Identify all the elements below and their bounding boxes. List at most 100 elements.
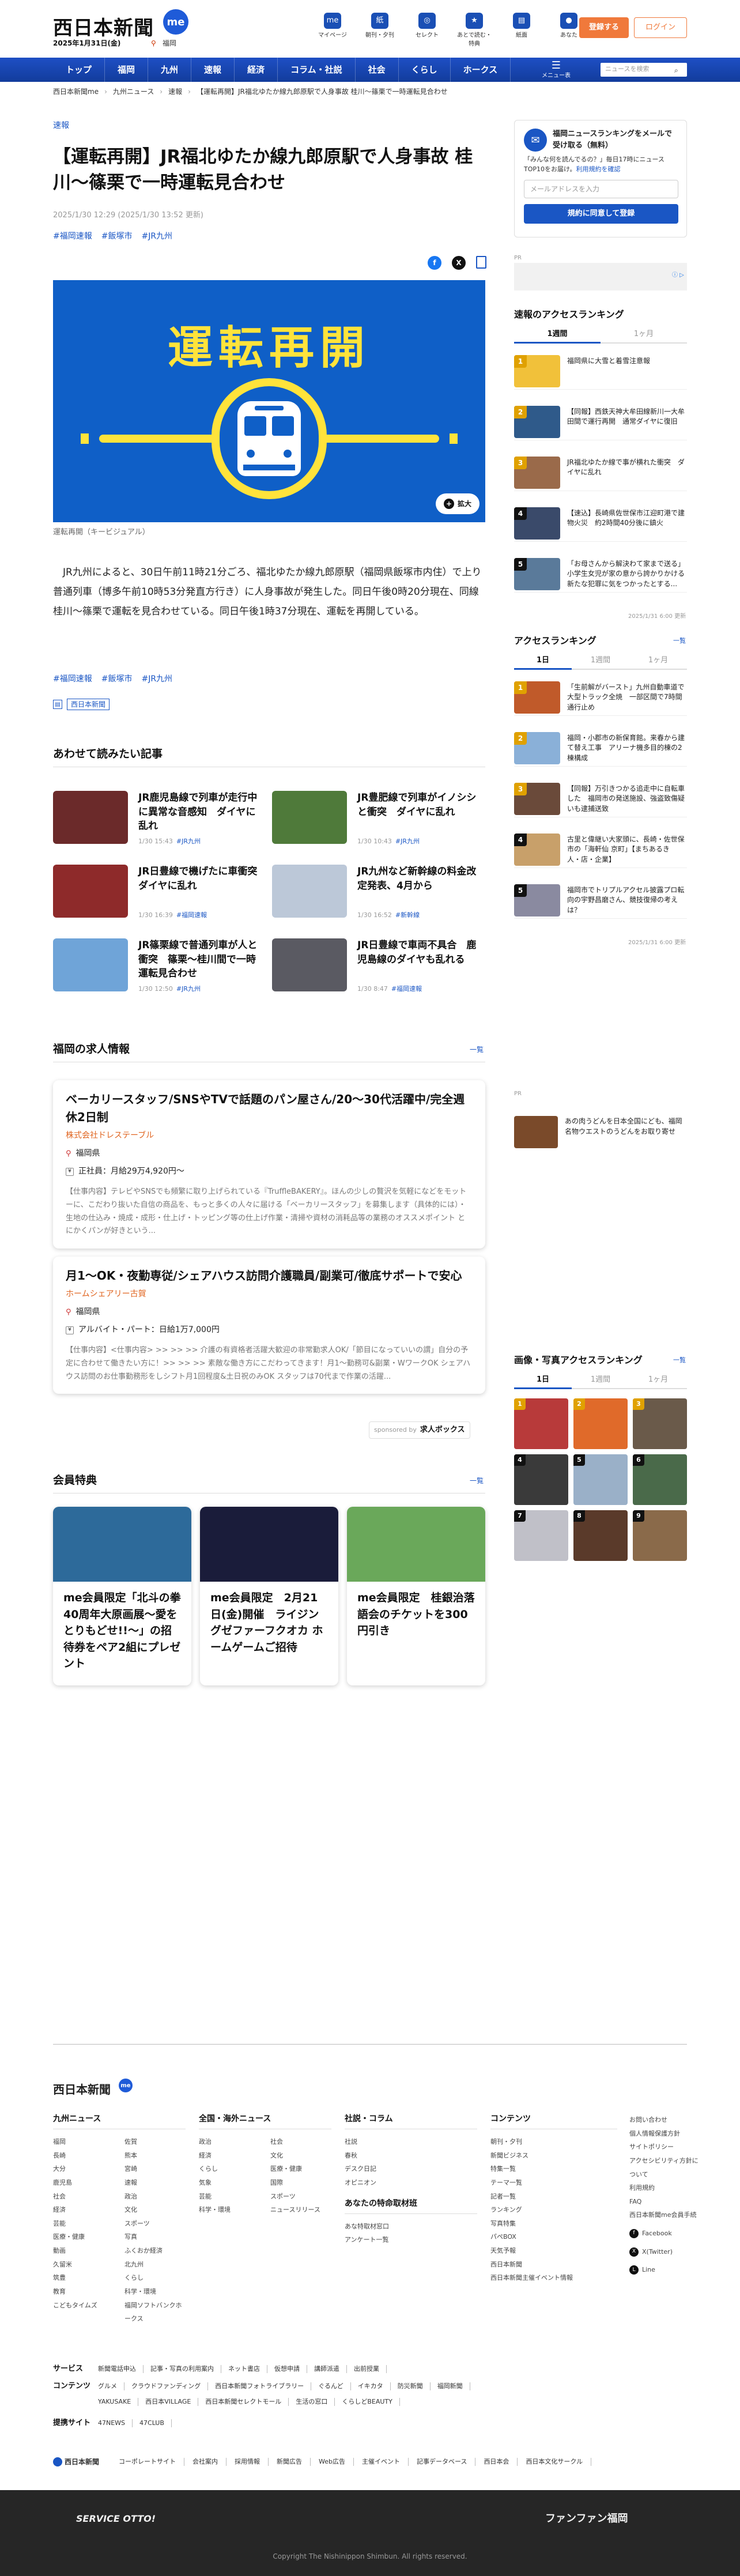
footer-link[interactable]: FAQ — [629, 2195, 699, 2209]
nav-item-fukuoka[interactable]: 福岡 — [105, 58, 149, 82]
photo-item[interactable]: 9 — [633, 1510, 687, 1561]
footer-link[interactable]: サイトポリシー — [629, 2140, 699, 2154]
footer-link[interactable]: 科学・環境 — [124, 2285, 186, 2299]
footer-link[interactable]: 仮想申請 — [267, 2364, 307, 2373]
footer-logo[interactable]: 西日本新聞 — [53, 2081, 111, 2098]
footer-link[interactable]: 国際 — [270, 2176, 331, 2190]
sns-facebook[interactable]: f Facebook — [629, 2227, 699, 2241]
footer-link[interactable]: 政治 — [124, 2190, 186, 2204]
bookmark-icon[interactable] — [476, 256, 486, 269]
related-tag[interactable]: #福岡速報 — [176, 911, 207, 919]
register-button[interactable]: 登録する — [579, 17, 629, 38]
footer-link[interactable]: 経済 — [53, 2203, 114, 2217]
footer-link[interactable]: オピニオン — [345, 2176, 477, 2190]
nav-item-breaking[interactable]: 速報 — [191, 58, 235, 82]
ranking-item[interactable]: 4 古里と偉継い大家頭に、長崎・佐世保市の「海軒仙 京町」【まちあるき 人・店・企… — [514, 831, 687, 868]
footer-link[interactable]: スポーツ — [124, 2217, 186, 2231]
photo-item[interactable]: 6 — [633, 1454, 687, 1505]
footer-link[interactable]: 新聞広告 — [269, 2458, 311, 2466]
ranking-item[interactable]: 3 【同報】万引きつかる追走中に自転車した 福岡市の発送施設、強盗致傷疑いも逮捕送… — [514, 780, 687, 817]
job-card[interactable]: 月1～OK・夜勤専従/シェアハウス訪問介護職員/副業可/徹底サポートで安心 ホー… — [53, 1257, 485, 1394]
tab-1week[interactable]: 1週間 — [514, 326, 601, 344]
tab-1week[interactable]: 1週間 — [572, 1372, 629, 1389]
footer-link[interactable]: 天気予報 — [490, 2244, 617, 2258]
footer-link[interactable]: くらしどBEAUTY — [335, 2398, 400, 2406]
footer-link[interactable]: 北九州 — [124, 2258, 186, 2272]
footer-link[interactable]: Web広告 — [311, 2458, 354, 2466]
related-tag[interactable]: #福岡速報 — [391, 985, 422, 993]
footer-link[interactable]: 写真特集 — [490, 2217, 617, 2231]
ranking-item[interactable]: 3 JR福北ゆたか線で事が横れた衝突 ダイヤに乱れ — [514, 454, 687, 491]
member-benefit-card[interactable]: me会員限定「北斗の拳40周年大原画展～愛をとりもどせ!!～」の招待券をペア2組… — [53, 1507, 191, 1685]
footer-link[interactable]: 福岡 — [53, 2135, 114, 2149]
footer-link[interactable]: 防災新聞 — [391, 2382, 431, 2390]
footer-link[interactable]: イキカタ — [351, 2382, 391, 2390]
related-item[interactable]: JR日豊線で機げたに車衝突 ダイヤに乱れ 1/30 16:39 #福岡速報 — [53, 865, 267, 922]
footer-link[interactable]: 大分 — [53, 2162, 114, 2176]
footer-link[interactable]: ランキング — [490, 2203, 617, 2217]
footer-link[interactable]: 福岡新聞 — [431, 2382, 470, 2390]
footer-link[interactable]: 西日本会 — [475, 2458, 518, 2466]
header-select[interactable]: ◎ セレクト — [409, 13, 445, 48]
promo-item[interactable]: あの肉うどんを日本全国にども、福岡名物ウエストのうどんをお取り寄せ — [514, 1103, 687, 1148]
footer-link[interactable]: 写真 — [124, 2230, 186, 2244]
footer-link[interactable]: アンケート一覧 — [345, 2233, 477, 2247]
footer-link[interactable]: 動画 — [53, 2244, 114, 2258]
footer-link[interactable]: 医療・健康 — [53, 2230, 114, 2244]
footer-link[interactable]: スポーツ — [270, 2190, 331, 2204]
footer-link[interactable]: 気象 — [199, 2176, 260, 2190]
footer-link[interactable]: 熊本 — [124, 2149, 186, 2163]
footer-link[interactable]: 政治 — [199, 2135, 260, 2149]
footer-link[interactable]: ネット書店 — [221, 2364, 267, 2373]
footer-link[interactable]: 個人情報保護方針 — [629, 2127, 699, 2141]
footer-link[interactable]: 西日本新聞 — [490, 2258, 617, 2272]
ranking-item[interactable]: 2 福岡・小郡市の新保育館。来春から建て替え工事 アリーナ機多目的棟の2棟構成 — [514, 730, 687, 767]
footer-link[interactable]: 文化 — [270, 2149, 331, 2163]
photo-item[interactable]: 8 — [573, 1510, 628, 1561]
terms-link[interactable]: 利用規約を確認 — [576, 165, 620, 173]
member-benefit-card[interactable]: me会員限定 2月21日(金)開催 ライジングゼファーフクオカ ホームゲームご招… — [200, 1507, 338, 1685]
ranking-more-link[interactable]: 一覧 — [673, 636, 686, 646]
footer-link[interactable]: ぐるんど — [311, 2382, 351, 2390]
footer-link[interactable]: お問い合わせ — [629, 2113, 699, 2127]
footer-link[interactable]: 採用情報 — [226, 2458, 269, 2466]
header-edition[interactable]: ▤ 紙面 — [503, 13, 540, 48]
footer-link[interactable]: ふくおか経済 — [124, 2244, 186, 2258]
footer-link[interactable]: 長崎 — [53, 2149, 114, 2163]
photo-item[interactable]: 7 — [514, 1510, 568, 1561]
breadcrumb-item[interactable]: 九州ニュース — [113, 86, 154, 97]
footer-link[interactable]: 47NEWS — [91, 2419, 133, 2427]
footer-link[interactable]: 社会 — [53, 2190, 114, 2204]
footer-link[interactable]: 会社案内 — [184, 2458, 226, 2466]
footer-link[interactable]: クラウドファンディング — [124, 2382, 209, 2390]
footer-link[interactable]: 西日本文化サークル — [518, 2458, 592, 2466]
nav-item-kyushu[interactable]: 九州 — [148, 58, 192, 82]
ranking-item[interactable]: 2 【同報】西鉄天神大牟田線新川一大牟田間で運行再開 通常ダイヤに復旧 — [514, 403, 687, 440]
footer-link[interactable]: 主催イベント — [354, 2458, 409, 2466]
footer-link[interactable]: 宮崎 — [124, 2162, 186, 2176]
footer-link[interactable]: 教育 — [53, 2285, 114, 2299]
footer-link[interactable]: YAKUSAKE — [91, 2398, 139, 2406]
footer-link[interactable]: 生活の窓口 — [289, 2398, 335, 2406]
members-more-link[interactable]: 一覧 — [470, 1476, 484, 1486]
footer-link[interactable]: 朝刊・夕刊 — [490, 2135, 617, 2149]
zoom-button[interactable]: + 拡大 — [436, 493, 480, 514]
related-tag[interactable]: #JR九州 — [395, 838, 420, 845]
related-tag[interactable]: #JR九州 — [176, 985, 201, 993]
footer-link[interactable]: 西日本新聞me会員手続 — [629, 2208, 699, 2222]
footer-link[interactable]: 医療・健康 — [270, 2162, 331, 2176]
footer-link[interactable]: 福岡ソフトバンクホークス — [124, 2299, 186, 2326]
footer-link[interactable]: 記事・写真の利用案内 — [144, 2364, 221, 2373]
footer-link[interactable]: 科学・環境 — [199, 2203, 260, 2217]
footer-link[interactable]: パペBOX — [490, 2230, 617, 2244]
footer-link[interactable]: 西日本新聞セレクトモール — [198, 2398, 289, 2406]
footer-link[interactable]: 記者一覧 — [490, 2190, 617, 2204]
related-item[interactable]: JR九州など新幹線の料金改定発表、4月から 1/30 16:52 #新幹線 — [272, 865, 485, 922]
ad-choices-icon[interactable]: ⓘ ▷ — [672, 271, 684, 280]
fanfan-fukuoka-logo[interactable]: ファンファン福岡 — [545, 2511, 628, 2526]
tag-link[interactable]: #飯塚市 — [101, 231, 133, 243]
related-item[interactable]: JR豊肥線で列車がイノシシと衝突 ダイヤに乱れ 1/30 10:43 #JR九州 — [272, 791, 485, 848]
search-icon[interactable]: ⌕ — [674, 65, 678, 76]
related-tag[interactable]: #新幹線 — [395, 911, 420, 919]
nav-item-economy[interactable]: 経済 — [235, 58, 278, 82]
